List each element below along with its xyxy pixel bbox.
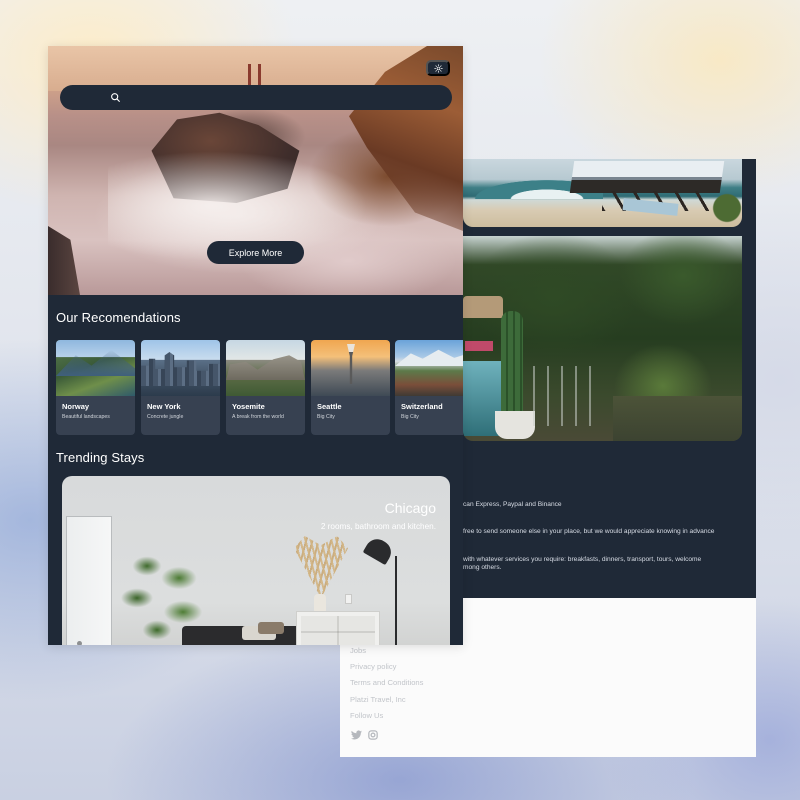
footer-link-terms[interactable]: Terms and Conditions (350, 678, 423, 687)
card-title: New York (147, 402, 181, 411)
search-icon (111, 93, 120, 102)
info-text-substitute: free to send someone else in your place,… (463, 528, 715, 535)
info-text-services-cont: mong others. (463, 564, 502, 571)
card-image (56, 340, 135, 396)
card-subtitle: Concrete jungle (147, 414, 184, 420)
info-text-payment: can Express, Paypal and Binance (463, 501, 562, 508)
card-title: Seattle (317, 402, 342, 411)
card-subtitle: Beautiful landscapes (62, 414, 110, 420)
recommendation-card-new-york[interactable]: New York Concrete jungle (141, 340, 220, 435)
recommendation-card-switzerland[interactable]: Switzerland Big City (395, 340, 463, 435)
footer-follow-us: Follow Us (350, 711, 384, 720)
card-title: Switzerland (401, 402, 443, 411)
search-input[interactable] (128, 89, 438, 106)
recommendation-card-yosemite[interactable]: Yosemite A break from the world (226, 340, 305, 435)
twitter-icon[interactable] (350, 729, 362, 741)
recommendations-title: Our Recomendations (56, 310, 181, 325)
footer-link-jobs[interactable]: Jobs (350, 646, 366, 655)
search-bar[interactable] (60, 85, 452, 110)
card-title: Yosemite (232, 402, 265, 411)
card-image (141, 340, 220, 396)
stay-city: Chicago (384, 500, 436, 516)
card-subtitle: Big City (401, 414, 419, 420)
card-subtitle: Big City (317, 414, 335, 420)
trending-title: Trending Stays (56, 450, 145, 465)
card-title: Norway (62, 402, 90, 411)
sun-icon (433, 63, 443, 73)
explore-more-button[interactable]: Explore More (207, 241, 304, 264)
instagram-icon[interactable] (367, 729, 379, 741)
card-image (226, 340, 305, 396)
stay-description: 2 rooms, bathroom and kitchen. (320, 522, 436, 531)
card-image (311, 340, 390, 396)
recommendation-card-seattle[interactable]: Seattle Big City (311, 340, 390, 435)
theme-toggle-button[interactable] (426, 60, 450, 76)
beach-house-image[interactable] (463, 159, 742, 227)
recommendation-card-norway[interactable]: Norway Beautiful landscapes (56, 340, 135, 435)
hero-image: Explore More (48, 46, 463, 295)
footer-link-company[interactable]: Platzi Travel, Inc (350, 695, 406, 704)
card-subtitle: A break from the world (232, 414, 284, 420)
trending-stay-card-chicago[interactable]: Chicago 2 rooms, bathroom and kitchen. (62, 476, 450, 645)
card-image (395, 340, 463, 396)
jungle-pool-image[interactable] (463, 236, 742, 441)
travel-home-window: Explore More Our Recomendations Norway B… (48, 46, 463, 645)
footer-link-privacy[interactable]: Privacy policy (350, 662, 396, 671)
